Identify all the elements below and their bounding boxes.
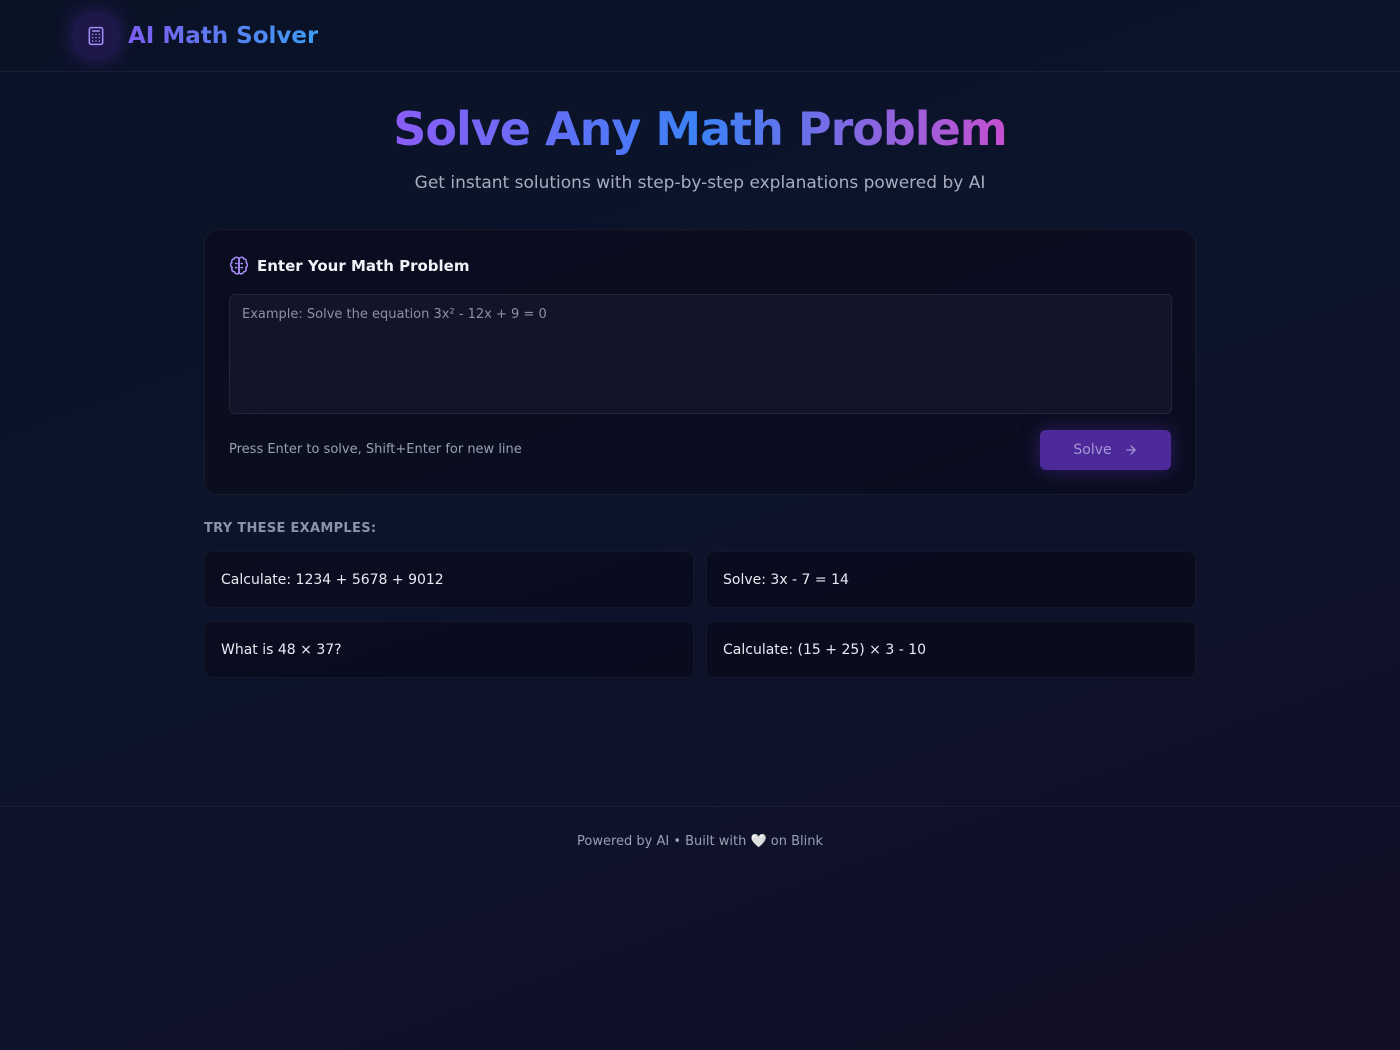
solve-button-label: Solve (1073, 442, 1112, 458)
problem-input[interactable] (229, 294, 1172, 414)
solve-button[interactable]: Solve (1040, 430, 1171, 470)
card-title: Enter Your Math Problem (257, 257, 470, 275)
app-title[interactable]: AI Math Solver (128, 20, 318, 52)
example-item[interactable]: What is 48 × 37? (204, 621, 694, 678)
app-footer: Powered by AI • Built with 🤍 on Blink (0, 806, 1400, 878)
hero-title-text: Solve Any Math Problem (393, 102, 1007, 156)
example-item[interactable]: Calculate: (15 + 25) × 3 - 10 (706, 621, 1196, 678)
hero-subtitle: Get instant solutions with step-by-step … (414, 173, 986, 193)
logo[interactable] (76, 16, 116, 56)
example-item[interactable]: Calculate: 1234 + 5678 + 9012 (204, 551, 694, 608)
app-header: AI Math Solver (0, 0, 1400, 72)
hero-title: Solve Any Math Problem (0, 98, 1400, 160)
calculator-icon (88, 26, 104, 46)
examples-label: TRY THESE EXAMPLES: (204, 521, 377, 536)
arrow-right-icon (1125, 445, 1136, 455)
problem-input-card: Enter Your Math Problem Press Enter to s… (204, 229, 1196, 495)
brain-icon (229, 256, 249, 275)
keyboard-hint: Press Enter to solve, Shift+Enter for ne… (229, 442, 522, 457)
example-item[interactable]: Solve: 3x - 7 = 14 (706, 551, 1196, 608)
footer-text: Powered by AI • Built with 🤍 on Blink (576, 834, 824, 849)
